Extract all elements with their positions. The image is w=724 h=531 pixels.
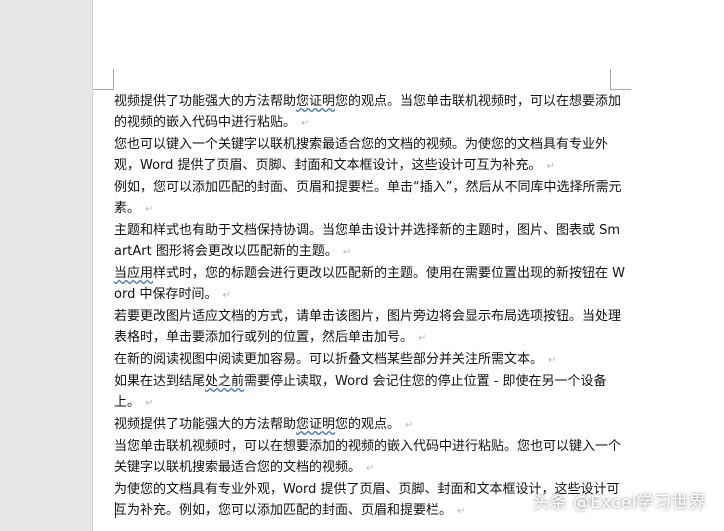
paragraph-3: 例如，您可以添加匹配的封面、页眉和提要栏。单击“插入”，然后从不同库中选择所需元… [114,180,622,216]
paragraph-10: 当您单击联机视频时，可以在想要添加的视频的嵌入代码中进行粘贴。您也可以键入一个关… [114,439,622,475]
spell-check-underline: 您证明 [296,94,336,109]
paragraph-7: 在新的阅读视图中阅读更加容易。可以折叠文档某些部分并关注所需文本。 ↵ [114,352,557,367]
paragraph-mark-icon: ↵ [342,247,352,258]
paragraph-5: 当应用样式时，您的标题会进行更改以匹配新的主题。使用在需要位置出现的新按钮在 W… [114,266,626,302]
crop-mark-top-right [610,69,631,90]
paragraph-mark-icon: ↵ [145,398,154,409]
text-cursor [115,502,116,518]
paragraph-mark-icon: ↵ [546,161,555,172]
paragraph-2: 您也可以键入一个关键字以联机搜索最适合您的文档的视频。为使您的文档具有专业外观，… [114,137,609,173]
spell-check-underline: 当应用 [114,266,154,281]
crop-mark-top-left [93,69,114,90]
paragraph-mark-icon: ↵ [117,503,126,514]
paragraph-4: 主题和样式也有助于文档保持协调。当您单击设计并选择新的主题时，图片、图表或 Sm… [114,223,621,259]
paragraph-9: 视频提供了功能强大的方法帮助您证明您的观点。 ↵ [114,417,414,432]
watermark: 头条 @Excel学习世界 [532,493,706,513]
paragraph-mark-icon: ↵ [222,290,231,301]
paragraph-mark-icon: ↵ [418,333,427,344]
spell-check-underline: 处之前 [205,374,245,389]
paragraph-8: 如果在达到结尾处之前需要停止读取，Word 会记住您的停止位置 - 即使在另一个… [114,374,607,410]
paragraph-mark-icon: ↵ [457,506,466,517]
spell-check-underline: 您证明 [296,417,336,432]
paragraph-mark-icon: ↵ [145,204,154,215]
paragraph-mark-icon: ↵ [366,463,375,474]
paragraph-1: 视频提供了功能强大的方法帮助您证明您的观点。当您单击联机视频时，可以在想要添加的… [114,94,622,130]
paragraph-mark-icon: ↵ [548,355,557,366]
paragraph-mark-icon: ↵ [405,420,414,431]
paragraph-6: 若要更改图片适应文档的方式，请单击该图片，图片旁边将会显示布局选项按钮。当处理表… [114,309,622,345]
paragraph-mark-icon: ↵ [301,118,310,129]
document-body[interactable]: 视频提供了功能强大的方法帮助您证明您的观点。当您单击联机视频时，可以在想要添加的… [114,91,626,522]
